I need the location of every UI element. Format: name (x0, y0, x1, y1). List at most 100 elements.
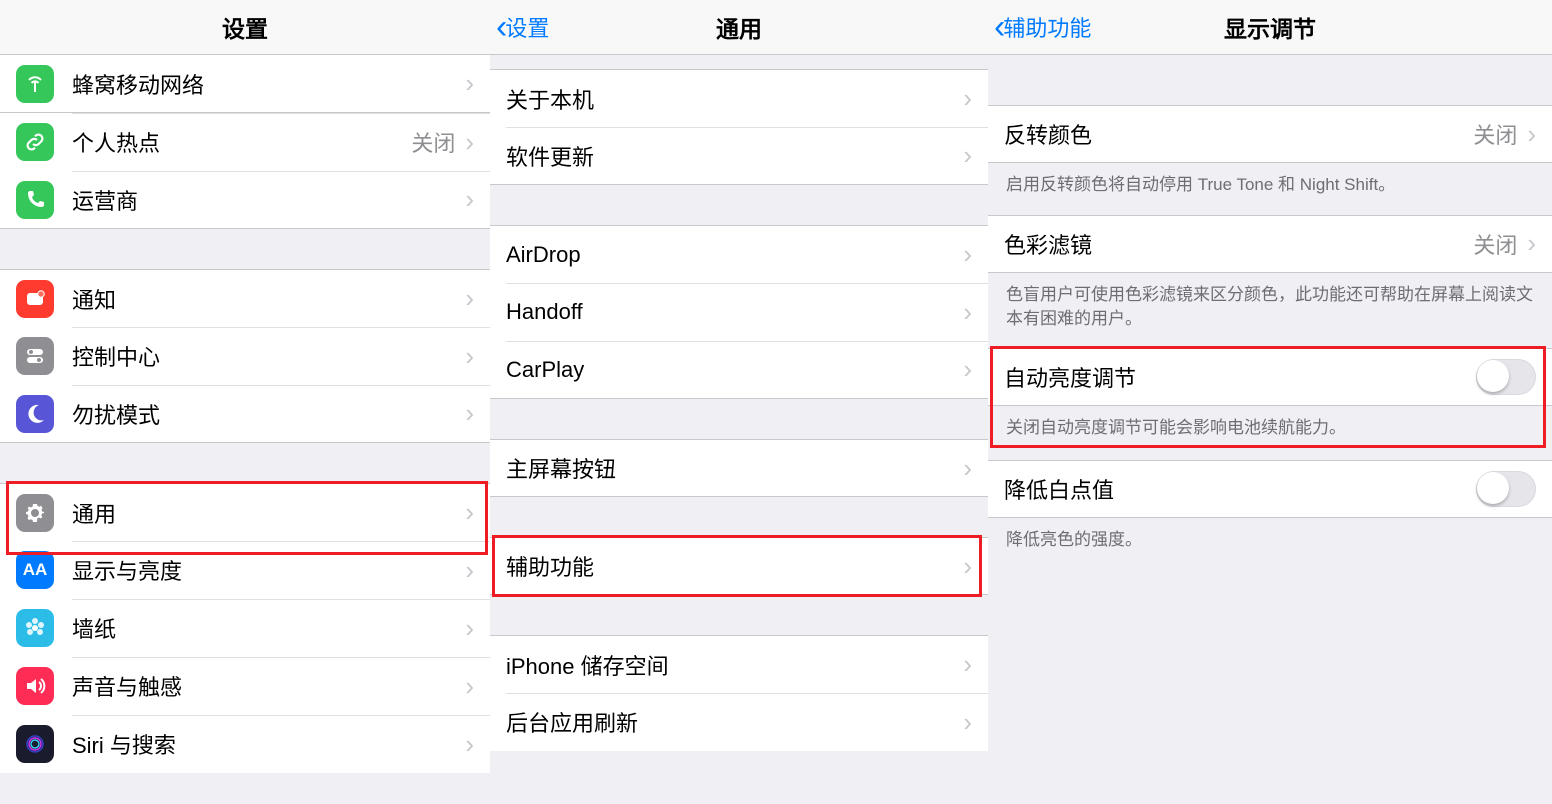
row-display[interactable]: AA 显示与亮度 › (0, 541, 490, 599)
cell-label: CarPlay (506, 357, 959, 383)
panel-settings: 设置 蜂窝移动网络 › 个人热点 关闭 › (0, 0, 490, 804)
cell-label: 蜂窝移动网络 (72, 68, 461, 100)
chevron-right-icon: › (963, 83, 972, 114)
antenna-icon (16, 65, 54, 103)
chevron-right-icon: › (963, 649, 972, 680)
row-carplay[interactable]: CarPlay › (490, 341, 988, 399)
chevron-right-icon: › (1527, 228, 1536, 259)
row-notifications[interactable]: 通知 › (0, 269, 490, 327)
cell-label: 声音与触感 (72, 670, 461, 702)
row-carrier[interactable]: 运营商 › (0, 171, 490, 229)
row-wallpaper[interactable]: 墙纸 › (0, 599, 490, 657)
notification-icon (16, 280, 54, 318)
cell-label: Siri 与搜索 (72, 728, 461, 760)
footer-auto-brightness: 关闭自动亮度调节可能会影响电池续航能力。 (988, 406, 1552, 446)
cell-detail: 关闭 (1473, 118, 1517, 150)
nav-title: 设置 (222, 10, 268, 44)
cell-label: 个人热点 (72, 126, 411, 158)
row-color-filters[interactable]: 色彩滤镜 关闭 › (988, 215, 1552, 273)
row-accessibility[interactable]: 辅助功能 › (490, 537, 988, 595)
cell-label: 降低白点值 (1004, 473, 1476, 505)
back-button[interactable]: ‹ 设置 (490, 10, 549, 44)
moon-icon (16, 395, 54, 433)
row-dnd[interactable]: 勿扰模式 › (0, 385, 490, 443)
general-list[interactable]: 关于本机 › 软件更新 › AirDrop › Handoff › CarPla… (490, 55, 988, 804)
row-sound[interactable]: 声音与触感 › (0, 657, 490, 715)
chevron-right-icon: › (1527, 119, 1536, 150)
panel-general: ‹ 设置 通用 关于本机 › 软件更新 › AirDrop › Handoff … (490, 0, 988, 804)
chevron-right-icon: › (465, 341, 474, 372)
chevron-right-icon: › (465, 497, 474, 528)
chevron-right-icon: › (465, 283, 474, 314)
chevron-right-icon: › (465, 729, 474, 760)
cell-detail: 关闭 (411, 126, 455, 158)
display-list[interactable]: 反转颜色 关闭 › 启用反转颜色将自动停用 True Tone 和 Night … (988, 55, 1552, 804)
switch-auto-brightness[interactable] (1476, 359, 1536, 395)
row-airdrop[interactable]: AirDrop › (490, 225, 988, 283)
row-auto-brightness[interactable]: 自动亮度调节 (988, 348, 1552, 406)
chevron-right-icon: › (465, 671, 474, 702)
row-general[interactable]: 通用 › (0, 483, 490, 541)
footer-reduce-white: 降低亮色的强度。 (988, 518, 1552, 558)
cell-label: 色彩滤镜 (1004, 228, 1473, 260)
text-size-icon: AA (16, 551, 54, 589)
chevron-right-icon: › (963, 297, 972, 328)
row-home-button[interactable]: 主屏幕按钮 › (490, 439, 988, 497)
row-storage[interactable]: iPhone 储存空间 › (490, 635, 988, 693)
panel-display-accommodations: ‹ 辅助功能 显示调节 反转颜色 关闭 › 启用反转颜色将自动停用 True T… (988, 0, 1552, 804)
cell-label: iPhone 储存空间 (506, 649, 959, 681)
toggles-icon (16, 337, 54, 375)
nav-title: 通用 (716, 10, 762, 44)
link-icon (16, 123, 54, 161)
row-cellular[interactable]: 蜂窝移动网络 › (0, 55, 490, 113)
settings-list[interactable]: 蜂窝移动网络 › 个人热点 关闭 › 运营商 › (0, 55, 490, 804)
gear-icon (16, 494, 54, 532)
chevron-right-icon: › (465, 555, 474, 586)
cell-label: Handoff (506, 299, 959, 325)
row-about[interactable]: 关于本机 › (490, 69, 988, 127)
cell-label: 控制中心 (72, 340, 461, 372)
nav-title: 显示调节 (1224, 10, 1316, 44)
row-invert-colors[interactable]: 反转颜色 关闭 › (988, 105, 1552, 163)
footer-invert: 启用反转颜色将自动停用 True Tone 和 Night Shift。 (988, 163, 1552, 203)
cell-label: 墙纸 (72, 612, 461, 644)
flower-icon (16, 609, 54, 647)
chevron-right-icon: › (465, 613, 474, 644)
chevron-right-icon: › (465, 184, 474, 215)
navbar-settings: 设置 (0, 0, 490, 55)
footer-color-filters: 色盲用户可使用色彩滤镜来区分颜色，此功能还可帮助在屏幕上阅读文本有困难的用户。 (988, 273, 1552, 337)
back-button[interactable]: ‹ 辅助功能 (988, 10, 1091, 44)
chevron-right-icon: › (465, 68, 474, 99)
row-software-update[interactable]: 软件更新 › (490, 127, 988, 185)
cell-label: AirDrop (506, 242, 959, 268)
switch-reduce-white-point[interactable] (1476, 471, 1536, 507)
row-hotspot[interactable]: 个人热点 关闭 › (0, 113, 490, 171)
chevron-right-icon: › (963, 453, 972, 484)
speaker-icon (16, 667, 54, 705)
phone-icon (16, 181, 54, 219)
cell-label: 关于本机 (506, 83, 959, 115)
cell-label: 后台应用刷新 (506, 706, 959, 738)
chevron-right-icon: › (963, 140, 972, 171)
cell-label: 辅助功能 (506, 550, 959, 582)
row-handoff[interactable]: Handoff › (490, 283, 988, 341)
navbar-display: ‹ 辅助功能 显示调节 (988, 0, 1552, 55)
chevron-right-icon: › (963, 551, 972, 582)
cell-label: 显示与亮度 (72, 554, 461, 586)
chevron-right-icon: › (963, 354, 972, 385)
cell-label: 软件更新 (506, 140, 959, 172)
back-label: 设置 (505, 11, 549, 43)
siri-icon (16, 725, 54, 763)
cell-label: 运营商 (72, 184, 461, 216)
cell-label: 通知 (72, 283, 461, 315)
navbar-general: ‹ 设置 通用 (490, 0, 988, 55)
cell-label: 反转颜色 (1004, 118, 1473, 150)
cell-label: 通用 (72, 497, 461, 529)
row-reduce-white-point[interactable]: 降低白点值 (988, 460, 1552, 518)
cell-label: 主屏幕按钮 (506, 452, 959, 484)
row-control-center[interactable]: 控制中心 › (0, 327, 490, 385)
row-siri[interactable]: Siri 与搜索 › (0, 715, 490, 773)
row-background-refresh[interactable]: 后台应用刷新 › (490, 693, 988, 751)
chevron-right-icon: › (963, 239, 972, 270)
cell-detail: 关闭 (1473, 228, 1517, 260)
